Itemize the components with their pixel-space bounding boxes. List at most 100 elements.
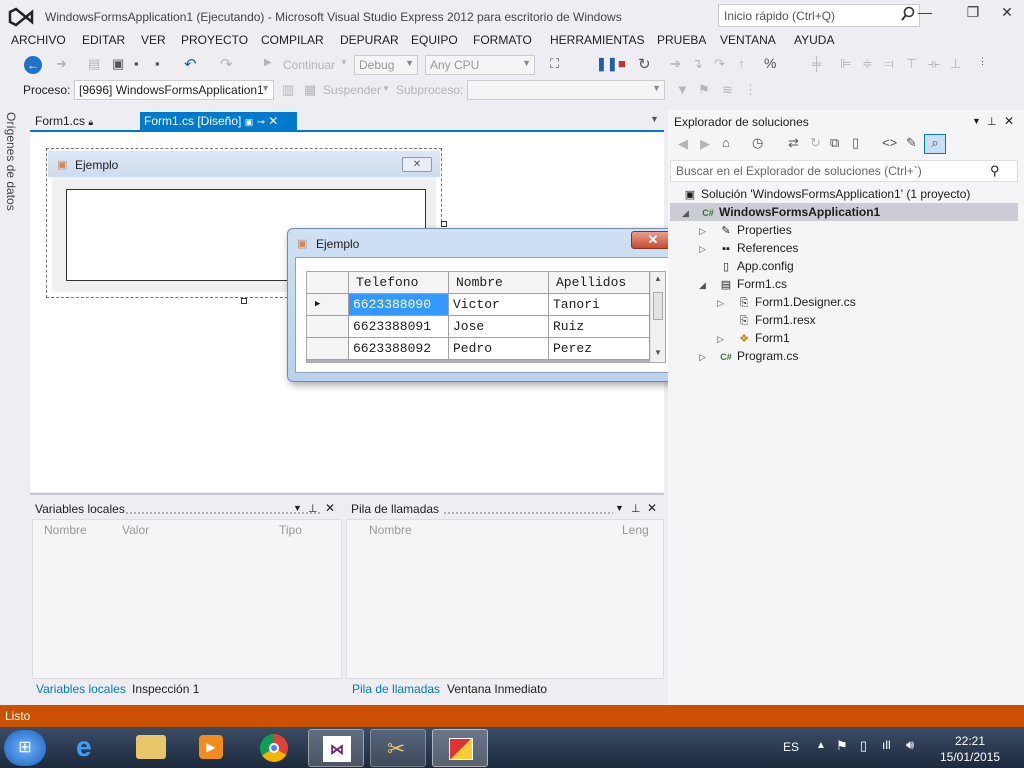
solution-explorer-search-input[interactable]: Buscar en el Explorador de soluciones (C… — [670, 160, 1018, 182]
collapsed-arrow-icon[interactable]: ▷ — [699, 352, 706, 363]
battery-icon[interactable]: ▯ — [860, 738, 867, 754]
collapse-all-icon[interactable]: ⧉ — [830, 135, 839, 151]
menu-herramientas[interactable]: HERRAMIENTAS — [550, 33, 644, 47]
search-icon[interactable]: ⚲ — [990, 163, 1000, 179]
align-icon[interactable]: ╪ — [812, 56, 821, 71]
pin-icon[interactable]: ⊥ — [631, 502, 641, 515]
tree-item-form1-designer[interactable]: ⎘ Form1.Designer.cs — [736, 295, 856, 310]
chevron-down-icon[interactable]: ▼ — [382, 84, 390, 93]
stack-frame-icon[interactable]: ≋ — [722, 82, 733, 98]
continue-play-icon[interactable]: ▶ — [264, 57, 272, 68]
grid-row-header[interactable]: ▶ — [307, 294, 349, 316]
data-sources-tab[interactable]: Orígenes de datos — [4, 112, 18, 211]
column-header[interactable]: Nombre — [44, 523, 87, 537]
media-player-icon[interactable]: ▶ — [182, 729, 238, 767]
scroll-down-icon[interactable]: ▼ — [654, 348, 662, 357]
tab-form1-design[interactable]: Form1.cs [Diseño] ▣ ⊸ ✕ — [140, 112, 297, 130]
menu-proyecto[interactable]: PROYECTO — [181, 33, 248, 47]
grid-cell[interactable]: Tanori — [549, 294, 650, 316]
platform-select[interactable]: Any CPU ▼ — [425, 55, 535, 75]
tree-item-form1-class[interactable]: ❖ Form1 — [736, 331, 790, 345]
collapsed-arrow-icon[interactable]: ▷ — [699, 244, 706, 255]
forward-icon[interactable]: ▶ — [700, 136, 710, 152]
sync-icon[interactable]: ⇄ — [788, 135, 799, 151]
pane-grip[interactable] — [443, 511, 613, 515]
align-bottom-icon[interactable]: ⊥ — [950, 56, 961, 72]
back-icon[interactable]: ← — [24, 56, 42, 74]
grid-corner-header[interactable] — [307, 272, 349, 294]
toolbar-overflow-icon[interactable]: ⋮ — [978, 56, 987, 67]
scroll-thumb[interactable] — [653, 292, 663, 320]
expanded-arrow-icon[interactable]: ◢ — [699, 280, 706, 291]
tree-item-references[interactable]: ▪▪ References — [718, 241, 798, 255]
chrome-icon[interactable] — [245, 729, 301, 767]
grid-column-header[interactable]: Apellidos — [549, 272, 650, 294]
stop-icon[interactable]: ■ — [618, 56, 626, 71]
forward-icon[interactable]: ➜ — [56, 56, 67, 72]
pending-changes-icon[interactable]: ◷ — [752, 135, 763, 151]
resize-handle[interactable] — [441, 221, 447, 227]
grid-cell[interactable]: 6623388091 — [349, 316, 449, 338]
collapsed-arrow-icon[interactable]: ▷ — [699, 226, 706, 237]
grid-column-header[interactable]: Telefono — [349, 272, 449, 294]
close-tab-icon[interactable]: ✕ — [268, 114, 278, 128]
restart-icon[interactable]: ↻ — [638, 55, 651, 73]
close-icon[interactable]: ✕ — [325, 501, 335, 515]
chevron-down-icon[interactable]: ▼ — [293, 503, 302, 513]
running-form-taskbar-icon[interactable] — [432, 729, 488, 767]
process-select[interactable]: [9696] WindowsFormsApplication1 ▼ — [74, 80, 274, 100]
align-center-icon[interactable]: ≑ — [862, 56, 873, 72]
new-project-icon[interactable]: ▤ — [88, 56, 100, 72]
close-icon[interactable]: ✕ — [647, 501, 657, 515]
align-middle-icon[interactable]: ⟛ — [928, 56, 940, 72]
pin-icon[interactable]: ⊥ — [308, 502, 318, 515]
tree-item-form1-resx[interactable]: ⎘ Form1.resx — [736, 313, 816, 328]
lifecycle-events-icon[interactable]: ▥ — [282, 82, 294, 98]
tree-item-form1-cs[interactable]: ▤ Form1.cs — [718, 277, 787, 291]
close-icon[interactable]: ✕ — [1004, 114, 1014, 128]
menu-editar[interactable]: EDITAR — [82, 33, 125, 47]
flag-threads-icon[interactable]: ⚑ — [698, 82, 710, 98]
menu-compilar[interactable]: COMPILAR — [261, 33, 324, 47]
tree-item-solution[interactable]: ▣ Solución 'WindowsFormsApplication1' (1 … — [682, 187, 971, 201]
tab-dropdown-icon[interactable]: ▼ — [650, 114, 659, 124]
internet-explorer-icon[interactable]: e — [62, 729, 118, 767]
menu-equipo[interactable]: EQUIPO — [411, 33, 458, 47]
suspend-button[interactable]: Suspender — [323, 83, 381, 97]
attach-process-icon[interactable]: ⛶ — [550, 56, 559, 72]
menu-depurar[interactable]: DEPURAR — [340, 33, 399, 47]
pin-icon[interactable]: ⊸ — [257, 117, 265, 128]
open-file-icon[interactable]: ▣ — [112, 56, 124, 72]
undo-icon[interactable]: ↶ — [184, 55, 197, 73]
suspend-icon[interactable]: ▦ — [304, 82, 316, 98]
column-header[interactable]: Tipo — [279, 523, 302, 537]
step-over-icon[interactable]: ↷ — [714, 56, 725, 72]
column-header[interactable]: Valor — [122, 523, 149, 537]
properties-wrench-icon[interactable]: ✎ — [906, 135, 917, 151]
collapsed-arrow-icon[interactable]: ▷ — [717, 298, 724, 309]
minimize-button[interactable]: — — [910, 4, 940, 24]
step-into-icon[interactable]: ↴ — [692, 56, 703, 72]
tab-form1-cs[interactable]: Form1.cs 🔒︎ — [32, 112, 139, 130]
save-all-icon[interactable]: ▪ — [155, 56, 160, 71]
save-icon[interactable]: ▪ — [134, 56, 139, 71]
chevron-down-icon[interactable]: ▼ — [615, 503, 624, 513]
column-header[interactable]: Nombre — [369, 523, 412, 537]
tab-immediate[interactable]: Ventana Inmediato — [447, 682, 547, 696]
home-icon[interactable]: ⌂ — [722, 135, 730, 150]
pin-icon[interactable]: ⊥ — [987, 115, 997, 128]
grid-column-header[interactable]: Nombre — [449, 272, 549, 294]
grid-cell[interactable]: Victor — [449, 294, 549, 316]
chevron-down-icon[interactable]: ▼ — [972, 116, 981, 126]
menu-ventana[interactable]: VENTANA — [720, 33, 776, 47]
tab-watch[interactable]: Inspección 1 — [132, 682, 199, 696]
solution-config-select[interactable]: Debug ▼ — [354, 55, 418, 75]
network-signal-icon[interactable]: ıll — [882, 738, 891, 752]
grid-cell[interactable]: Pedro — [449, 338, 549, 360]
close-window-button[interactable]: ✕ — [992, 4, 1022, 24]
tray-expand-icon[interactable]: ▲ — [816, 740, 826, 751]
visual-studio-taskbar-icon[interactable]: ⋈ — [308, 729, 364, 767]
pane-splitter[interactable] — [30, 493, 664, 495]
collapsed-arrow-icon[interactable]: ▷ — [717, 334, 724, 345]
pane-grip[interactable] — [125, 511, 320, 515]
